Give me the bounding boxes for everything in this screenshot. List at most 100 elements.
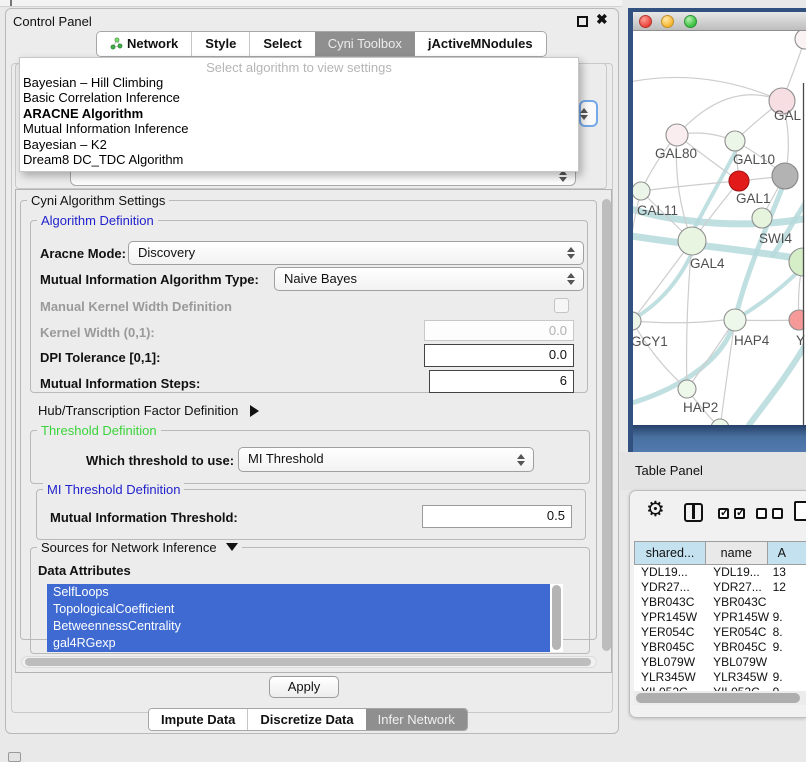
tab-impute-data[interactable]: Impute Data bbox=[149, 709, 247, 730]
minimize-traffic-light[interactable] bbox=[661, 15, 674, 28]
table-column-header[interactable]: shared... bbox=[635, 542, 706, 564]
table-row[interactable]: YLR345W YLR345W 9. bbox=[634, 670, 806, 685]
settings-horizontal-scrollbar[interactable] bbox=[21, 656, 597, 668]
corner-button[interactable] bbox=[8, 752, 21, 762]
table-cell-value: 9. bbox=[769, 670, 806, 685]
table-row[interactable]: YPR145W YPR145W 9. bbox=[634, 610, 806, 625]
tab-style[interactable]: Style bbox=[191, 32, 249, 56]
focused-combo-arrows-button[interactable] bbox=[579, 100, 598, 127]
settings-gear-icon[interactable]: ⚙ bbox=[646, 499, 665, 520]
tab-select[interactable]: Select bbox=[249, 32, 314, 56]
network-view-window: GALGAL80GAL10GAL1GAL11SWI4GAL4GCY1HAP4YH… bbox=[628, 8, 806, 452]
tab-network-label: Network bbox=[127, 36, 178, 51]
algorithm-option[interactable]: Dream8 DC_TDC Algorithm bbox=[20, 152, 578, 167]
chevron-updown-icon bbox=[567, 246, 576, 260]
sources-legend-text: Sources for Network Inference bbox=[41, 540, 217, 555]
algorithm-option[interactable]: Bayesian – K2 bbox=[20, 137, 578, 152]
close-traffic-light[interactable] bbox=[639, 15, 652, 28]
table-cell-value: 12 bbox=[769, 580, 806, 595]
svg-text:Y: Y bbox=[796, 333, 805, 348]
apply-button[interactable]: Apply bbox=[269, 676, 339, 698]
network-window-titlebar[interactable] bbox=[633, 12, 806, 31]
which-threshold-combo[interactable]: MI Threshold bbox=[238, 447, 534, 472]
table-row[interactable]: YBR045C YBR045C 9. bbox=[634, 640, 806, 655]
table-row[interactable]: YBL079W YBL079W bbox=[634, 655, 806, 670]
hub-definition-expander[interactable]: Hub/Transcription Factor Definition bbox=[38, 403, 259, 418]
attribute-list-scrollbar[interactable] bbox=[552, 585, 561, 650]
float-window-icon[interactable] bbox=[577, 16, 588, 27]
table-scroll-thumb[interactable] bbox=[636, 693, 800, 703]
split-columns-icon[interactable] bbox=[684, 503, 703, 522]
table-cell-value: 9. bbox=[769, 640, 806, 655]
attribute-item[interactable]: gal4RGexp bbox=[47, 635, 550, 652]
table-cell-value: 9. bbox=[769, 610, 806, 625]
algorithm-popup-placeholder: Select algorithm to view settings bbox=[20, 60, 578, 75]
collapse-down-icon[interactable] bbox=[226, 543, 238, 551]
deselect-columns-button[interactable] bbox=[756, 508, 783, 519]
unchecked-checkbox-icon bbox=[756, 508, 767, 519]
table-cell-name: YLR345W bbox=[706, 670, 769, 685]
bottom-tab-bar: Impute Data Discretize Data Infer Networ… bbox=[148, 708, 468, 731]
network-icon bbox=[110, 34, 123, 57]
svg-text:HAP2: HAP2 bbox=[683, 400, 718, 415]
export-table-icon[interactable] bbox=[794, 501, 806, 521]
table-panel-window: ⚙ shared...nameA YDL19... YDL19... 13 bbox=[629, 490, 806, 718]
tab-jactivemnodules[interactable]: jActiveMNodules bbox=[415, 32, 546, 56]
table-row[interactable]: YER054C YER054C 8. bbox=[634, 625, 806, 640]
svg-text:GCY1: GCY1 bbox=[633, 334, 668, 349]
table-cell-shared-name: YER054C bbox=[634, 625, 706, 640]
table-cell-value bbox=[769, 595, 806, 610]
svg-text:GAL11: GAL11 bbox=[637, 203, 678, 218]
table-cell-name: YPR145W bbox=[706, 610, 769, 625]
network-window-bottom-frame bbox=[633, 425, 806, 452]
dpi-tolerance-input[interactable]: 0.0 bbox=[424, 344, 574, 367]
table-panel-header: Table Panel bbox=[620, 452, 806, 490]
node-table: shared...nameA YDL19... YDL19... 13 YDR2… bbox=[634, 541, 806, 700]
attribute-item[interactable]: BetweennessCentrality bbox=[47, 618, 550, 635]
mi-steps-label: Mutual Information Steps: bbox=[40, 376, 200, 391]
table-row[interactable]: YDL19... YDL19... 13 bbox=[634, 565, 806, 580]
algorithm-option[interactable]: ARACNE Algorithm bbox=[20, 106, 578, 121]
network-canvas[interactable]: GALGAL80GAL10GAL1GAL11SWI4GAL4GCY1HAP4YH… bbox=[633, 31, 806, 425]
aracne-mode-combo[interactable]: Discovery bbox=[128, 241, 584, 265]
settings-vertical-scrollbar[interactable] bbox=[602, 199, 611, 651]
mi-threshold-input[interactable]: 0.5 bbox=[422, 505, 572, 528]
top-tick-mark bbox=[10, 0, 12, 6]
chevron-updown-icon bbox=[517, 453, 526, 467]
mi-type-label: Mutual Information Algorithm Type: bbox=[40, 272, 259, 287]
table-row[interactable]: YBR043C YBR043C bbox=[634, 595, 806, 610]
network-graph[interactable]: GALGAL80GAL10GAL1GAL11SWI4GAL4GCY1HAP4YH… bbox=[633, 31, 806, 425]
tab-infer-network[interactable]: Infer Network bbox=[366, 709, 467, 730]
table-column-header[interactable]: A bbox=[768, 542, 806, 564]
which-threshold-label: Which threshold to use: bbox=[86, 453, 234, 468]
close-icon[interactable]: ✖ bbox=[596, 11, 608, 28]
mi-threshold-label: Mutual Information Threshold: bbox=[50, 510, 238, 525]
svg-text:GAL80: GAL80 bbox=[655, 146, 697, 161]
checked-checkbox-icon bbox=[734, 508, 745, 519]
table-row[interactable]: YDR27... YDR27... 12 bbox=[634, 580, 806, 595]
algorithm-option[interactable]: Bayesian – Hill Climbing bbox=[20, 75, 578, 90]
select-columns-button[interactable] bbox=[718, 508, 745, 519]
table-cell-value: 13 bbox=[769, 565, 806, 580]
mi-steps-input[interactable]: 6 bbox=[429, 370, 574, 393]
mi-type-combo[interactable]: Naive Bayes bbox=[274, 267, 584, 291]
table-cell-shared-name: YBR045C bbox=[634, 640, 706, 655]
algorithm-option[interactable]: Basic Correlation Inference bbox=[20, 90, 578, 105]
table-cell-shared-name: YBR043C bbox=[634, 595, 706, 610]
algorithm-option[interactable]: Mutual Information Inference bbox=[20, 121, 578, 136]
zoom-traffic-light[interactable] bbox=[684, 15, 697, 28]
mi-threshold-legend: MI Threshold Definition bbox=[43, 482, 184, 497]
tab-cyni-toolbox[interactable]: Cyni Toolbox bbox=[315, 32, 415, 56]
attribute-item[interactable]: TopologicalCoefficient bbox=[47, 601, 550, 618]
attribute-item[interactable]: SelfLoops bbox=[47, 584, 550, 601]
horizontal-scroll-thumb[interactable] bbox=[25, 658, 591, 666]
table-cell-value bbox=[769, 655, 806, 670]
table-toolbar: ⚙ bbox=[630, 491, 806, 539]
tab-network[interactable]: Network bbox=[97, 32, 191, 56]
table-horizontal-scrollbar[interactable] bbox=[634, 691, 806, 705]
table-column-header[interactable]: name bbox=[706, 542, 768, 564]
tab-discretize-data[interactable]: Discretize Data bbox=[247, 709, 365, 730]
table-panel-title: Table Panel bbox=[635, 463, 703, 478]
table-cell-shared-name: YBL079W bbox=[634, 655, 706, 670]
svg-text:SWI4: SWI4 bbox=[759, 231, 792, 246]
